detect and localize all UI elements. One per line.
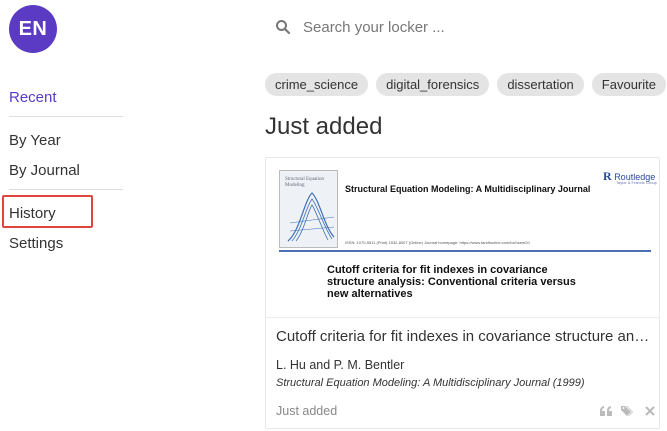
tag-chip[interactable]: dissertation xyxy=(497,73,584,96)
publisher-subtitle: Taylor & Francis Group xyxy=(616,180,657,185)
sidebar-divider xyxy=(9,116,123,117)
tag-chip[interactable]: digital_forensics xyxy=(376,73,490,96)
sidebar-item-history[interactable]: History xyxy=(9,205,56,222)
sidebar-item-settings[interactable]: Settings xyxy=(9,235,63,252)
tag-chip[interactable]: crime_science xyxy=(265,73,369,96)
quote-icon[interactable] xyxy=(599,404,613,418)
thumbnail-article-title: Cutoff criteria for fit indexes in covar… xyxy=(327,264,576,300)
search-icon[interactable] xyxy=(275,19,291,35)
journal-cover: Structural Equation Modeling xyxy=(279,170,338,248)
article-authors: L. Hu and P. M. Bentler xyxy=(276,358,405,372)
tag-list: crime_science digital_forensics disserta… xyxy=(265,73,666,96)
article-status: Just added xyxy=(276,404,338,418)
sidebar-item-by-year[interactable]: By Year xyxy=(9,132,61,149)
card-actions xyxy=(599,404,657,418)
sidebar-item-recent[interactable]: Recent xyxy=(9,89,57,106)
thumbnail-journal-title: Structural Equation Modeling: A Multidis… xyxy=(345,184,591,194)
tag-chip[interactable]: Favourite xyxy=(591,73,666,96)
tags-icon[interactable] xyxy=(621,404,635,418)
search-input[interactable] xyxy=(303,12,643,42)
article-title[interactable]: Cutoff criteria for fit indexes in covar… xyxy=(276,328,656,345)
thumbnail-rule xyxy=(279,250,651,252)
article-card[interactable]: Structural Equation Modeling Structural … xyxy=(265,157,660,429)
sidebar-divider xyxy=(9,189,123,190)
avatar[interactable]: EN xyxy=(9,5,57,53)
article-thumbnail[interactable]: Structural Equation Modeling Structural … xyxy=(266,158,659,318)
article-journal: Structural Equation Modeling: A Multidis… xyxy=(276,377,585,389)
close-icon[interactable] xyxy=(643,404,657,418)
issn-line: ISSN: 1070-5511 (Print) 1532-8007 (Onlin… xyxy=(345,240,530,245)
cover-graphic xyxy=(287,192,335,242)
section-title: Just added xyxy=(265,113,383,140)
sidebar-item-by-journal[interactable]: By Journal xyxy=(9,162,80,179)
